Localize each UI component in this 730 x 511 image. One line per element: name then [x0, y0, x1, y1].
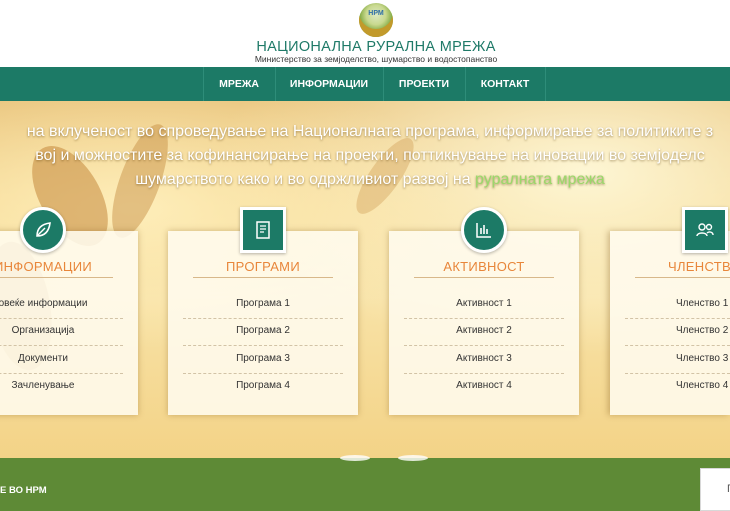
nav-item-contact[interactable]: КОНТАКТ [465, 67, 545, 101]
nav-divider [545, 67, 546, 101]
item-divider [183, 318, 343, 319]
card-title: АКТИВНОСТ [443, 259, 525, 274]
card-link[interactable]: Активност 4 [404, 380, 564, 391]
hero-text-line-3: шумарството како и во одржливиот развој … [0, 171, 730, 189]
join-label[interactable]: Е ВО НРМ [0, 485, 47, 496]
card-link[interactable]: Програма 2 [183, 325, 343, 336]
card-link[interactable]: Членство 2 [676, 325, 730, 336]
item-divider [625, 318, 730, 319]
logo-text: НРМ [368, 10, 384, 17]
nav-item-information[interactable]: ИНФОРМАЦИИ [275, 67, 383, 101]
side-panel-tab[interactable]: П [700, 468, 730, 511]
card-link[interactable]: Активност 2 [404, 325, 564, 336]
item-divider [183, 373, 343, 374]
item-divider [625, 345, 730, 346]
card-divider [635, 277, 730, 278]
card-link[interactable]: Зачленување [0, 380, 123, 391]
item-divider [404, 318, 564, 319]
site-subtitle: Министерство за земјоделство, шумарство … [254, 54, 498, 64]
card-title: ЧЛЕНСТВ [668, 259, 730, 274]
hero-text-line-2: вој и можностите за кофинансирање на про… [35, 147, 705, 164]
leaf-icon[interactable] [20, 207, 66, 253]
item-divider [404, 345, 564, 346]
item-divider [183, 345, 343, 346]
item-divider [625, 373, 730, 374]
join-section: Е ВО НРМ П [0, 458, 730, 511]
card-link[interactable]: Членство 4 [676, 380, 730, 391]
site-header: НРМ НАЦИОНАЛНА РУРАЛНА МРЕЖА Министерств… [0, 0, 730, 67]
card-link[interactable]: Програма 3 [183, 353, 343, 364]
card-programs: ПРОГРАМИ Програма 1 Програма 2 Програма … [168, 207, 358, 415]
hero-text-line-1: на вклученост во спроведување на Национа… [26, 123, 714, 140]
carousel-dot[interactable] [398, 455, 428, 461]
card-membership: ЧЛЕНСТВ Членство 1 Членство 2 Членство 3… [610, 207, 730, 415]
card-link[interactable]: Членство 1 [676, 298, 730, 309]
hero-text-prefix: шумарството како и во одржливиот развој … [135, 171, 476, 188]
card-divider [0, 277, 113, 278]
site-logo[interactable]: НРМ [359, 3, 393, 37]
card-link[interactable]: Активност 3 [404, 353, 564, 364]
main-nav: МРЕЖА ИНФОРМАЦИИ ПРОЕКТИ КОНТАКТ [0, 67, 730, 101]
book-icon[interactable] [240, 207, 286, 253]
card-title: ПРОГРАМИ [226, 259, 300, 274]
card-title: ИНФОРМАЦИИ [0, 259, 93, 274]
hero-banner: на вклученост во спроведување на Национа… [0, 101, 730, 458]
card-link[interactable]: Документи [0, 353, 123, 364]
site-title[interactable]: НАЦИОНАЛНА РУРАЛНА МРЕЖА [0, 39, 730, 55]
carousel-dot[interactable] [340, 455, 370, 461]
card-link[interactable]: овеќе информации [0, 298, 123, 309]
card-information: ИНФОРМАЦИИ овеќе информации Организација… [0, 207, 138, 415]
chart-icon[interactable] [461, 207, 507, 253]
nav-item-network[interactable]: МРЕЖА [203, 67, 275, 101]
card-activity: АКТИВНОСТ Активност 1 Активност 2 Активн… [389, 207, 579, 415]
item-divider [0, 345, 123, 346]
card-link[interactable]: Членство 3 [676, 353, 730, 364]
card-link[interactable]: Организација [0, 325, 123, 336]
card-link[interactable]: Програма 1 [183, 298, 343, 309]
item-divider [404, 373, 564, 374]
card-link[interactable]: Активност 1 [404, 298, 564, 309]
nav-item-projects[interactable]: ПРОЕКТИ [383, 67, 465, 101]
item-divider [0, 318, 123, 319]
card-divider [414, 277, 554, 278]
users-icon[interactable] [682, 207, 728, 253]
card-link[interactable]: Програма 4 [183, 380, 343, 391]
item-divider [0, 373, 123, 374]
card-divider [193, 277, 333, 278]
rural-network-link[interactable]: руралната мрежа [475, 171, 605, 188]
